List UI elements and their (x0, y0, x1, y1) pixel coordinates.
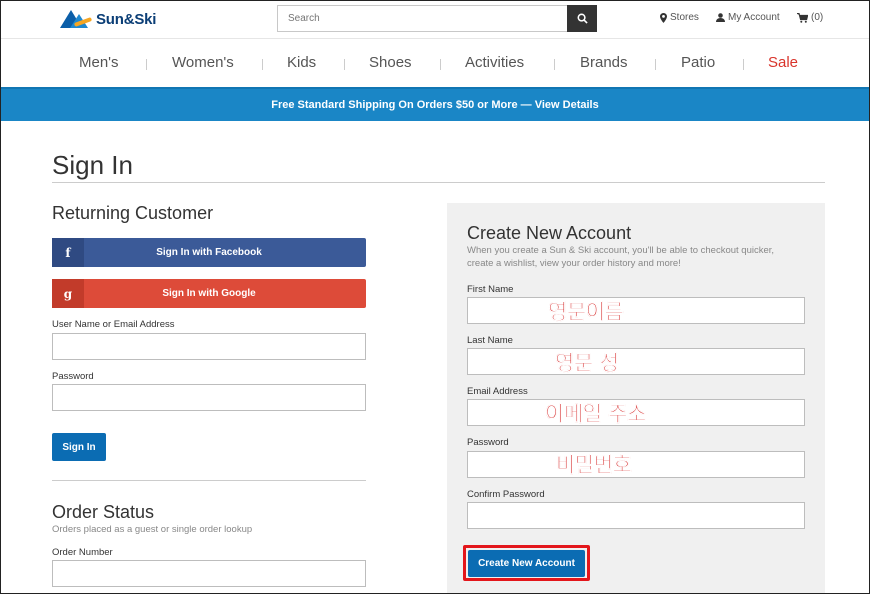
last-name-label: Last Name (467, 335, 513, 346)
order-number-label: Order Number (52, 547, 113, 558)
username-input[interactable] (52, 333, 366, 360)
password-annotation: 비밀번호 (556, 453, 632, 477)
signin-button[interactable]: Sign In (52, 433, 106, 461)
cart-count: (0) (811, 12, 824, 23)
last-name-annotation: 영문 성 (555, 351, 619, 375)
create-account-description: When you create a Sun & Ski account, you… (467, 245, 775, 269)
site-logo[interactable]: Sun&Ski (60, 8, 156, 30)
first-name-annotation: 영문이름 (548, 300, 624, 324)
main-nav: Men's Women's Kids Shoes Activities Bran… (0, 40, 870, 86)
order-status-heading: Order Status (52, 502, 155, 522)
search-icon (577, 13, 588, 24)
facebook-icon: f (52, 238, 84, 267)
first-name-input[interactable] (467, 297, 805, 324)
first-name-label: First Name (467, 284, 514, 295)
nav-patio[interactable]: Patio (681, 54, 715, 71)
order-number-input[interactable] (52, 560, 366, 587)
email-label: Email Address (467, 386, 528, 397)
google-icon: g (52, 279, 84, 308)
nav-shoes[interactable]: Shoes (369, 54, 412, 71)
email-annotation: 이메일 주소 (545, 402, 647, 426)
nav-sale[interactable]: Sale (768, 54, 798, 71)
nav-mens[interactable]: Men's (79, 54, 119, 71)
order-status-description: Orders placed as a guest or single order… (52, 524, 253, 535)
username-label: User Name or Email Address (52, 319, 175, 330)
signin-password-input[interactable] (52, 384, 366, 411)
my-account-label: My Account (728, 12, 780, 23)
user-icon (716, 13, 725, 22)
section-divider (52, 480, 366, 481)
shipping-banner[interactable]: Free Standard Shipping On Orders $50 or … (0, 87, 870, 121)
top-header: Sun&Ski Stores My Account (0) (0, 0, 870, 39)
create-password-input[interactable] (467, 451, 805, 478)
nav-womens[interactable]: Women's (172, 54, 234, 71)
confirm-password-label: Confirm Password (467, 489, 545, 500)
page-title: Sign In (52, 150, 133, 180)
shipping-banner-text: Free Standard Shipping On Orders $50 or … (271, 99, 599, 111)
google-signin-button[interactable]: g Sign In with Google (52, 279, 366, 308)
returning-customer-heading: Returning Customer (52, 203, 214, 223)
nav-activities[interactable]: Activities (465, 54, 524, 71)
create-account-heading: Create New Account (467, 223, 632, 243)
confirm-password-input[interactable] (467, 502, 805, 529)
facebook-signin-label: Sign In with Facebook (156, 247, 262, 258)
signin-password-label: Password (52, 371, 94, 382)
google-signin-label: Sign In with Google (162, 288, 256, 299)
stores-label: Stores (670, 12, 699, 23)
create-account-button[interactable]: Create New Account (468, 550, 585, 577)
stores-link[interactable]: Stores (660, 12, 699, 23)
my-account-link[interactable]: My Account (716, 12, 780, 23)
map-pin-icon (660, 12, 667, 23)
create-password-label: Password (467, 437, 509, 448)
search-bar (277, 5, 597, 32)
last-name-input[interactable] (467, 348, 805, 375)
search-input[interactable] (277, 5, 567, 32)
title-divider (52, 182, 825, 183)
facebook-signin-button[interactable]: f Sign In with Facebook (52, 238, 366, 267)
logo-text: Sun&Ski (96, 10, 157, 28)
cart-icon (797, 12, 808, 23)
nav-kids[interactable]: Kids (287, 54, 316, 71)
cart-link[interactable]: (0) (797, 12, 823, 23)
search-button[interactable] (567, 5, 597, 32)
logo-mountain-icon (60, 8, 94, 30)
nav-brands[interactable]: Brands (580, 54, 628, 71)
